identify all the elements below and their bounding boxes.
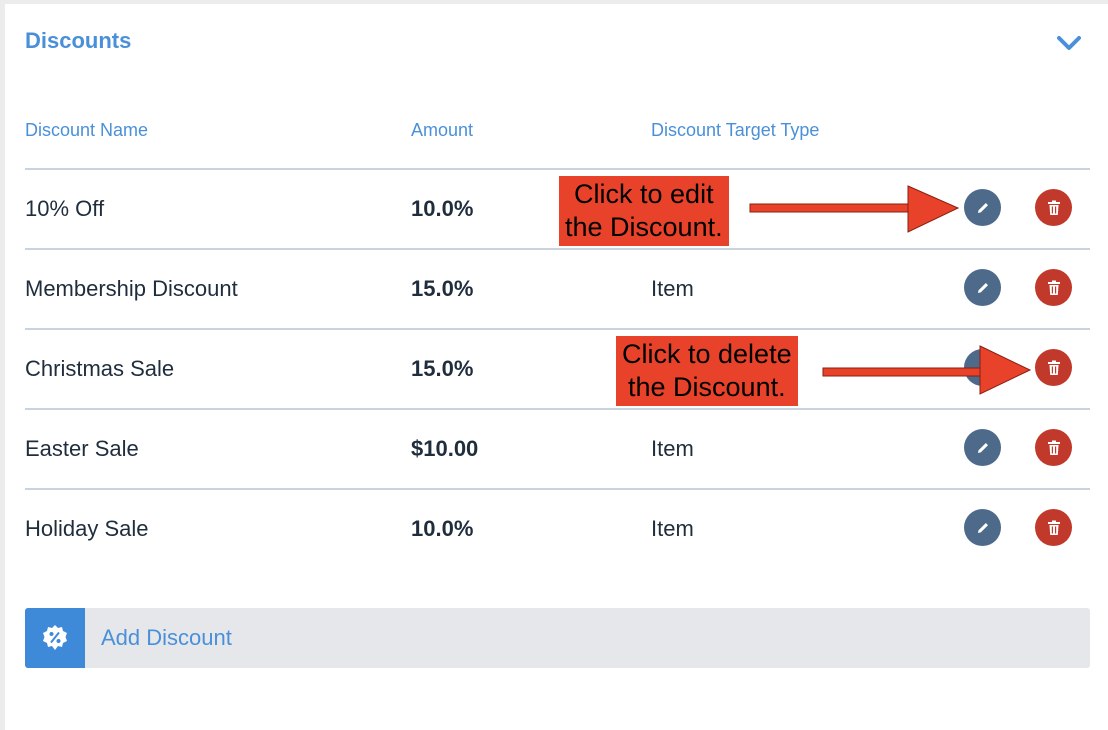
trash-icon (1047, 280, 1060, 295)
trash-icon (1047, 200, 1060, 215)
discount-target-type: Item (651, 436, 694, 461)
discount-target-type: Item (651, 516, 694, 541)
edit-button[interactable] (964, 189, 1001, 226)
discount-target-type: Item (651, 276, 694, 301)
discount-badge-icon (25, 608, 85, 668)
panel-title: Discounts (25, 28, 132, 53)
delete-callout-line: the Discount. (628, 372, 786, 402)
column-header-target-type[interactable]: Discount Target Type (651, 120, 819, 141)
delete-button[interactable] (1035, 189, 1072, 226)
trash-icon (1047, 520, 1060, 535)
delete-callout: Click to delete the Discount. (616, 336, 798, 406)
discount-name: Christmas Sale (25, 356, 175, 381)
pencil-icon (977, 522, 988, 533)
discount-amount: $10.00 (411, 436, 479, 461)
pencil-icon (977, 442, 988, 453)
discount-name: Holiday Sale (25, 516, 149, 541)
table-row: Membership Discount 15.0% Item (25, 248, 1090, 330)
edit-button[interactable] (964, 269, 1001, 306)
delete-button[interactable] (1035, 429, 1072, 466)
discount-amount: 15.0% (411, 356, 474, 381)
discount-amount: 10.0% (411, 196, 474, 221)
pencil-icon (977, 362, 988, 373)
edit-button[interactable] (964, 349, 1001, 386)
discount-name: Membership Discount (25, 276, 238, 301)
delete-callout-line: Click to delete (622, 339, 792, 369)
pencil-icon (977, 202, 988, 213)
discount-name: Easter Sale (25, 436, 139, 461)
discount-amount: 10.0% (411, 516, 474, 541)
add-discount-label: Add Discount (101, 625, 232, 650)
edit-callout: Click to edit the Discount. (559, 176, 729, 246)
column-header-name[interactable]: Discount Name (25, 120, 148, 141)
delete-button[interactable] (1035, 509, 1072, 546)
edit-button[interactable] (964, 429, 1001, 466)
trash-icon (1047, 360, 1060, 375)
collapse-button[interactable] (1055, 30, 1083, 56)
chevron-down-icon (1057, 36, 1081, 50)
edit-callout-line: Click to edit (574, 179, 714, 209)
discounts-panel: Discounts Discount Name Amount Discount … (5, 4, 1108, 730)
discount-amount: 15.0% (411, 276, 474, 301)
discount-badge-glyph (43, 625, 67, 650)
pencil-icon (977, 282, 988, 293)
table-row: Holiday Sale 10.0% Item (25, 488, 1090, 570)
edit-button[interactable] (964, 509, 1001, 546)
table-row: Easter Sale $10.00 Item (25, 408, 1090, 490)
table-row: 10% Off 10.0% (25, 168, 1090, 250)
column-header-amount[interactable]: Amount (411, 120, 473, 141)
table-row: Christmas Sale 15.0% (25, 328, 1090, 410)
delete-button[interactable] (1035, 349, 1072, 386)
delete-button[interactable] (1035, 269, 1072, 306)
discount-name: 10% Off (25, 196, 105, 221)
trash-icon (1047, 440, 1060, 455)
edit-callout-line: the Discount. (565, 212, 723, 242)
add-discount-button[interactable]: Add Discount (25, 608, 1090, 668)
